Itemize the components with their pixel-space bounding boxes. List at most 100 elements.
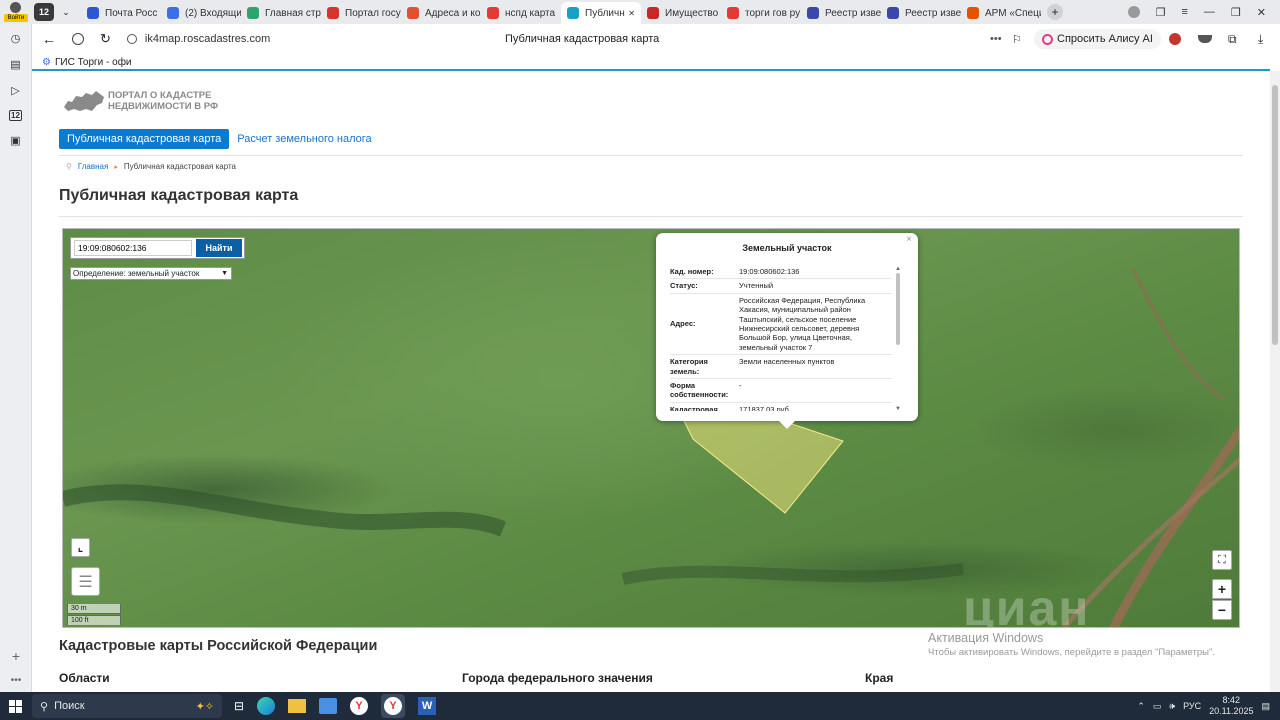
url-text[interactable]: ik4map.roscadastres.com <box>145 33 270 45</box>
bookmark-item[interactable]: ГИС Торги - офи <box>55 57 132 68</box>
clock[interactable]: 8:42 20.11.2025 <box>1209 695 1253 717</box>
taskbar-search[interactable]: ⚲ Поиск ✦✧ <box>32 694 222 718</box>
account-icon[interactable] <box>1127 6 1140 18</box>
browser-sidebar: ◷ ▤ ▷ 12 ▣ + ••• <box>0 24 32 692</box>
windows-taskbar: ⚲ Поиск ✦✧ ⊟ Y Y W ⌃ ▭ 🕪 РУС 8:42 20.11.… <box>0 692 1280 720</box>
yandex-icon[interactable] <box>72 33 84 45</box>
browser-tab[interactable]: (2) Входящи <box>161 2 241 24</box>
profile-button[interactable]: Войти <box>0 0 32 24</box>
windows-start-icon[interactable] <box>0 692 30 720</box>
browser-tab-bar: Войти 12 ⌄ Почта Росс (2) Входящи Главная … <box>0 0 1280 24</box>
notes-icon[interactable]: ▤ <box>10 58 20 71</box>
browser-tab[interactable]: Главная стр <box>241 2 321 24</box>
browser-tab[interactable]: Публичн ✕ <box>561 2 641 24</box>
scroll-up-icon[interactable]: ▲ <box>895 266 901 272</box>
popup-row-value: - <box>739 381 742 391</box>
minimize-icon[interactable]: — <box>1204 6 1215 18</box>
chevron-down-icon[interactable]: ⌄ <box>57 3 75 21</box>
popup-row: Кад. номер: 19:09:080602:136 <box>670 265 892 280</box>
downloads-icon[interactable]: ⤓ <box>1258 32 1263 47</box>
file-explorer-icon[interactable] <box>288 699 307 713</box>
find-button[interactable]: Найти <box>196 239 242 257</box>
popup-row: Адрес: Российская Федерация, Республика Х… <box>670 294 892 356</box>
popup-row-value: Земли населенных пунктов <box>739 357 835 367</box>
divider <box>59 155 1243 156</box>
tab-title: Реестр изве <box>825 7 881 19</box>
layers-button[interactable]: ☰ <box>71 567 100 596</box>
restore-icon[interactable]: ❐ <box>1231 6 1241 19</box>
zoom-out-button[interactable]: − <box>1212 600 1232 620</box>
network-icon[interactable]: ▭ <box>1153 701 1162 712</box>
alice-button[interactable]: Спросить Алису AI <box>1034 29 1161 49</box>
language-indicator[interactable]: РУС <box>1183 701 1201 711</box>
extension-icon[interactable] <box>1169 33 1181 45</box>
zoom-in-button[interactable]: + <box>1212 579 1232 599</box>
breadcrumb-home[interactable]: Главная <box>78 162 108 171</box>
fullscreen-icon[interactable]: ⛶ <box>1212 550 1232 570</box>
menu-icon[interactable]: ≡ <box>1181 6 1187 18</box>
nav-land-tax[interactable]: Расчет земельного налога <box>229 129 379 149</box>
add-panel-icon[interactable]: + <box>0 648 32 664</box>
page-scroll-thumb[interactable] <box>1272 85 1278 345</box>
reload-icon[interactable]: ↻ <box>100 31 111 47</box>
wallet-icon[interactable] <box>1198 35 1212 43</box>
popup-info-table: Кад. номер: 19:09:080602:136 Статус: Учтенн… <box>670 265 892 411</box>
volume-icon[interactable]: 🕪 <box>1169 701 1175 712</box>
tab-count-button[interactable]: 12 <box>34 3 54 21</box>
close-tab-icon[interactable]: ✕ <box>628 9 635 18</box>
nav-public-map[interactable]: Публичная кадастровая карта <box>59 129 230 149</box>
select-area-button[interactable]: ⌞ <box>71 538 90 557</box>
browser-tab[interactable]: Реестр изве <box>801 2 881 24</box>
bookmark-icon[interactable]: ⚐ <box>1012 33 1022 46</box>
task-view-icon[interactable]: ⊟ <box>234 699 244 713</box>
scroll-down-icon[interactable]: ▼ <box>895 406 901 412</box>
browser-tab[interactable]: Адреса и ко <box>401 2 481 24</box>
calendar-icon[interactable]: 12 <box>9 110 22 121</box>
edge-icon[interactable] <box>257 697 276 715</box>
more-dots-icon[interactable]: ••• <box>990 33 1002 45</box>
tab-title: (2) Входящи <box>185 7 241 19</box>
cadastral-search-input[interactable] <box>74 240 192 256</box>
tab-favicon-icon <box>407 7 419 19</box>
popup-scroll-thumb[interactable] <box>896 273 900 345</box>
close-window-icon[interactable]: ✕ <box>1257 6 1266 19</box>
popup-scrollbar[interactable]: ▲ ▼ <box>895 266 901 412</box>
tab-title: Главная стр <box>265 7 321 19</box>
tab-favicon-icon <box>487 7 499 19</box>
browser-tab[interactable]: Реестр изве <box>881 2 961 24</box>
play-icon[interactable]: ▷ <box>11 84 19 97</box>
yandex-browser-active-icon[interactable]: Y <box>381 694 406 718</box>
browser-tab[interactable]: нспд карта <box>481 2 561 24</box>
store-icon[interactable] <box>319 698 338 714</box>
alarm-icon[interactable]: ◷ <box>11 32 21 45</box>
popup-row-value: Учтенный <box>739 281 774 291</box>
collections-icon[interactable]: ❐ <box>1156 6 1166 19</box>
new-tab-button[interactable]: + <box>1047 4 1063 20</box>
definition-select[interactable]: Определение: земельный участок ▼ <box>70 267 232 280</box>
site-info-icon[interactable] <box>126 34 137 44</box>
browser-tab[interactable]: Почта Росс <box>81 2 161 24</box>
cian-watermark: циан <box>963 580 1091 628</box>
browser-tab[interactable]: торги гов ру <box>721 2 801 24</box>
browser-tab[interactable]: Портал госу <box>321 2 401 24</box>
media-icon[interactable]: ▣ <box>10 134 20 147</box>
browser-tab[interactable]: Имущество <box>641 2 721 24</box>
more-icon[interactable]: ••• <box>0 675 32 686</box>
federal-cities-heading: Города федерального значения <box>462 671 653 685</box>
land-parcel <box>677 408 844 514</box>
cadastral-map[interactable]: Найти Определение: земельный участок ▼ ×… <box>62 228 1240 628</box>
back-icon[interactable]: ← <box>42 31 56 47</box>
popup-row: Статус: Учтенный <box>670 279 892 294</box>
site-logo[interactable]: ПОРТАЛ О КАДАСТРЕ НЕДВИЖИМОСТИ В РФ <box>62 87 218 115</box>
page-scrollbar[interactable] <box>1270 71 1280 692</box>
extensions-icon[interactable]: ⧉ <box>1228 32 1237 47</box>
tab-favicon-icon <box>727 7 739 19</box>
word-icon[interactable]: W <box>418 697 437 715</box>
yandex-browser-icon[interactable]: Y <box>350 697 369 715</box>
notifications-icon[interactable]: ▤ <box>1261 701 1270 712</box>
tray-chevron-icon[interactable]: ⌃ <box>1137 701 1145 712</box>
parcel-info-popup: × Земельный участок Кад. номер: 19:09:080… <box>656 233 918 429</box>
browser-tab[interactable]: АРМ «Специ <box>961 2 1041 24</box>
tab-strip: Почта Росс (2) Входящи Главная стр Портал г… <box>81 2 1041 24</box>
popup-row-key: Статус: <box>670 281 698 291</box>
